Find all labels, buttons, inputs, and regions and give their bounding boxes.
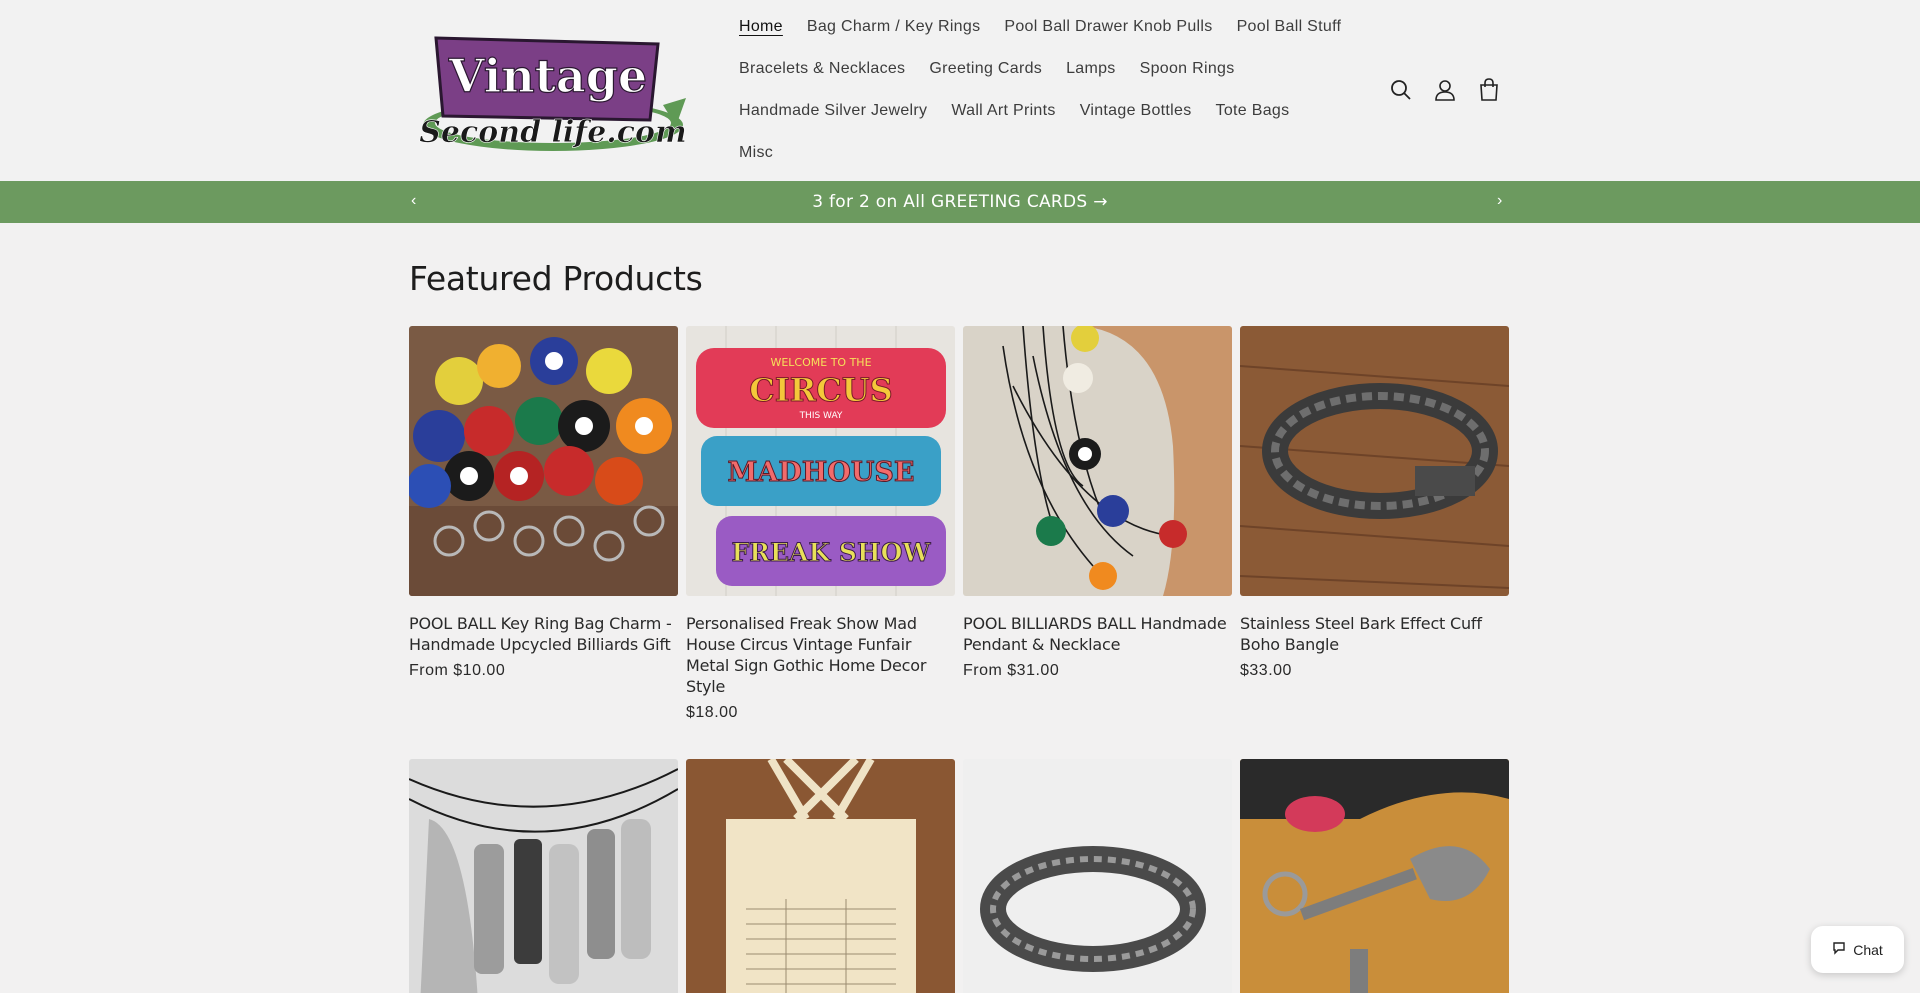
product-image-silver-cuff[interactable] <box>963 759 1232 993</box>
nav-vintage-bottles[interactable]: Vintage Bottles <box>1080 102 1192 120</box>
product-price: From $31.00 <box>963 662 1060 679</box>
product-price: From $10.00 <box>409 662 506 679</box>
product-card[interactable] <box>686 759 955 993</box>
product-title[interactable]: POOL BALL Key Ring Bag Charm - Handmade … <box>409 613 678 655</box>
nav-pool-ball-stuff[interactable]: Pool Ball Stuff <box>1237 18 1342 36</box>
nav-wall-art-prints[interactable]: Wall Art Prints <box>951 102 1055 120</box>
site-logo[interactable]: Vintage Second life.com <box>418 30 688 155</box>
product-image-guitar-key-ring[interactable] <box>1240 759 1509 993</box>
product-image-pool-ball-pendants[interactable] <box>963 326 1232 596</box>
search-icon[interactable] <box>1390 78 1412 102</box>
sign-this-way-text: THIS WAY <box>799 411 843 421</box>
nav-home[interactable]: Home <box>739 18 783 36</box>
nav-row-4: Misc <box>739 132 1379 174</box>
product-card[interactable]: POOL BILLIARDS BALL Handmade Pendant & N… <box>963 326 1232 722</box>
sign-freakshow-text: FREAK SHOW <box>732 538 932 567</box>
sign-welcome-text: WELCOME TO THE <box>770 356 871 369</box>
nav-row-2: Bracelets & Necklaces Greeting Cards Lam… <box>739 48 1379 90</box>
section-title: Featured Products <box>409 259 703 298</box>
nav-pool-ball-drawer-knob-pulls[interactable]: Pool Ball Drawer Knob Pulls <box>1004 18 1212 36</box>
logo-word-vintage: Vintage <box>448 49 647 103</box>
nav-greeting-cards[interactable]: Greeting Cards <box>929 60 1042 78</box>
nav-spoon-rings[interactable]: Spoon Rings <box>1140 60 1235 78</box>
cart-icon[interactable] <box>1478 78 1500 102</box>
product-image-bark-cuff-bangle[interactable] <box>1240 326 1509 596</box>
product-card[interactable]: Stainless Steel Bark Effect Cuff Boho Ba… <box>1240 326 1509 722</box>
product-image-pool-ball-keyrings[interactable] <box>409 326 678 596</box>
nav-lamps[interactable]: Lamps <box>1066 60 1116 78</box>
product-card[interactable] <box>409 759 678 993</box>
product-card[interactable]: WELCOME TO THE CIRCUS THIS WAY MADHOUSE … <box>686 326 955 722</box>
product-image-spoon-pendants[interactable] <box>409 759 678 993</box>
sign-circus-text: CIRCUS <box>749 371 893 409</box>
product-title[interactable]: POOL BILLIARDS BALL Handmade Pendant & N… <box>963 613 1232 655</box>
site-header: Vintage Second life.com Home Bag Charm /… <box>0 0 1920 181</box>
nav-tote-bags[interactable]: Tote Bags <box>1216 102 1290 120</box>
sign-madhouse-text: MADHOUSE <box>728 457 915 488</box>
product-image-tote-bag[interactable] <box>686 759 955 993</box>
main-nav: Home Bag Charm / Key Rings Pool Ball Dra… <box>739 6 1379 174</box>
announcement-bar: ‹ 3 for 2 on All GREETING CARDS → › <box>0 181 1920 223</box>
nav-misc[interactable]: Misc <box>739 144 773 162</box>
account-icon[interactable] <box>1434 78 1456 102</box>
product-image-circus-signs[interactable]: WELCOME TO THE CIRCUS THIS WAY MADHOUSE … <box>686 326 955 596</box>
nav-handmade-silver-jewelry[interactable]: Handmade Silver Jewelry <box>739 102 927 120</box>
arrow-right-icon: → <box>1093 192 1108 212</box>
nav-bag-charm-key-rings[interactable]: Bag Charm / Key Rings <box>807 18 980 36</box>
product-grid: POOL BALL Key Ring Bag Charm - Handmade … <box>409 326 1511 993</box>
product-card[interactable]: POOL BALL Key Ring Bag Charm - Handmade … <box>409 326 678 722</box>
chat-button[interactable]: Chat <box>1811 926 1904 973</box>
logo-word-secondlife: Second life.com <box>419 115 687 150</box>
nav-row-3: Handmade Silver Jewelry Wall Art Prints … <box>739 90 1379 132</box>
product-title[interactable]: Personalised Freak Show Mad House Circus… <box>686 613 955 697</box>
product-card[interactable] <box>963 759 1232 993</box>
announcement-link[interactable]: 3 for 2 on All GREETING CARDS → <box>812 192 1108 212</box>
nav-bracelets-necklaces[interactable]: Bracelets & Necklaces <box>739 60 905 78</box>
product-price: $18.00 <box>686 704 738 721</box>
product-price: $33.00 <box>1240 662 1292 679</box>
announcement-next-button[interactable]: › <box>1497 192 1502 210</box>
announcement-text: 3 for 2 on All GREETING CARDS <box>812 192 1088 212</box>
nav-row-1: Home Bag Charm / Key Rings Pool Ball Dra… <box>739 6 1379 48</box>
header-icons <box>1390 78 1500 102</box>
product-card[interactable] <box>1240 759 1509 993</box>
announcement-message: 3 for 2 on All GREETING CARDS → <box>0 192 1920 212</box>
product-title[interactable]: Stainless Steel Bark Effect Cuff Boho Ba… <box>1240 613 1509 655</box>
chat-bubble-icon <box>1832 941 1846 958</box>
chat-label: Chat <box>1853 941 1883 958</box>
